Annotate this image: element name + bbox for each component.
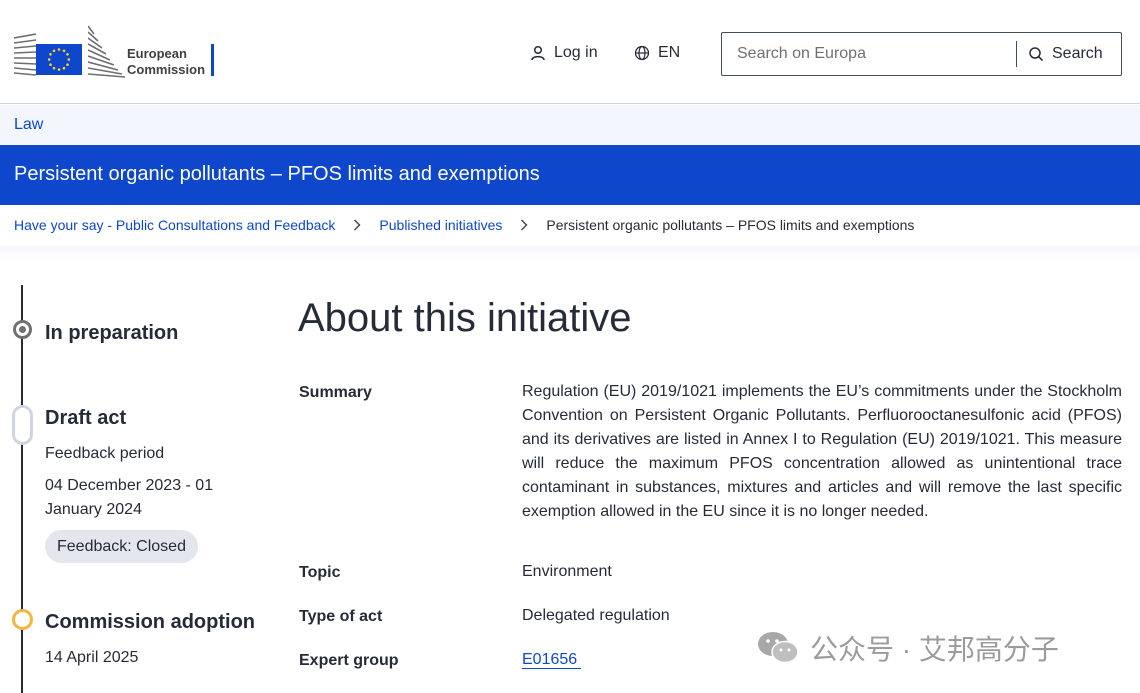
topic-value: Environment	[522, 563, 612, 580]
type-of-act-label: Type of act	[299, 608, 383, 625]
search-icon	[1029, 47, 1044, 62]
breadcrumb-have-your-say[interactable]: Have your say - Public Consultations and…	[14, 217, 335, 233]
summary-label: Summary	[299, 384, 372, 401]
search-divider	[1016, 41, 1017, 67]
chevron-right-icon	[520, 219, 528, 231]
stage-draft-act-title: Draft act	[45, 407, 127, 429]
expert-group-value: E01656	[522, 648, 582, 672]
site-name-bar: Law	[0, 105, 1140, 145]
breadcrumb: Have your say - Public Consultations and…	[14, 217, 914, 233]
chevron-right-icon	[353, 219, 361, 231]
watermark-text: 公众号 · 艾邦高分子	[810, 634, 1059, 665]
site-header: European Commission Log in EN Search	[0, 0, 1140, 104]
logo-stripes-right	[88, 25, 126, 78]
wechat-icon	[758, 632, 799, 664]
stage-draft-act-marker	[12, 405, 33, 445]
logo-text-line2: Commission	[127, 62, 206, 77]
search-form: Search	[721, 32, 1122, 76]
law-link[interactable]: Law	[14, 116, 43, 134]
feedback-status-badge: Feedback: Closed	[45, 530, 198, 563]
stage-in-preparation-title: In preparation	[45, 322, 179, 344]
stage-commission-adoption-marker	[12, 609, 33, 630]
european-commission-logo[interactable]: European Commission	[14, 24, 224, 78]
breadcrumb-current: Persistent organic pollutants – PFOS lim…	[546, 217, 915, 233]
feedback-period-label: Feedback period	[45, 445, 165, 462]
feedback-period-dates-line2: January 2024	[45, 501, 142, 518]
search-input[interactable]	[722, 33, 1016, 75]
timeline-line	[21, 285, 23, 693]
stage-commission-adoption-title: Commission adoption	[45, 611, 255, 633]
summary-text: Regulation (EU) 2019/1021 implements the…	[522, 383, 1122, 520]
logo-accent-bar	[211, 44, 214, 76]
wechat-watermark: 公众号 · 艾邦高分子	[756, 628, 1059, 668]
page-title: Persistent organic pollutants – PFOS lim…	[14, 163, 540, 185]
topic-label: Topic	[299, 564, 341, 581]
globe-icon	[634, 45, 650, 61]
logo-text-line1: European	[127, 46, 187, 61]
page-title-bar: Persistent organic pollutants – PFOS lim…	[0, 145, 1140, 205]
expert-group-label: Expert group	[299, 652, 399, 669]
feedback-period-dates-line1: 04 December 2023 - 01	[45, 477, 214, 494]
commission-adoption-date: 14 April 2025	[45, 649, 139, 666]
language-label: EN	[658, 44, 681, 61]
login-link[interactable]: Log in	[530, 44, 598, 62]
search-button-label: Search	[1052, 45, 1103, 62]
eu-flag-icon	[36, 44, 82, 75]
language-selector[interactable]: EN	[634, 44, 680, 62]
breadcrumb-shadow	[0, 246, 1140, 260]
stage-in-preparation-marker	[13, 320, 32, 339]
breadcrumb-published-initiatives[interactable]: Published initiatives	[379, 217, 502, 233]
expert-group-link[interactable]: E01656	[522, 651, 582, 669]
user-icon	[531, 45, 545, 61]
login-label: Log in	[554, 44, 598, 61]
logo-text: European Commission	[127, 46, 205, 78]
type-of-act-value: Delegated regulation	[522, 607, 670, 624]
search-button[interactable]: Search	[1028, 33, 1103, 75]
about-initiative-heading: About this initiative	[298, 296, 632, 340]
logo-stripes-left	[14, 33, 36, 76]
